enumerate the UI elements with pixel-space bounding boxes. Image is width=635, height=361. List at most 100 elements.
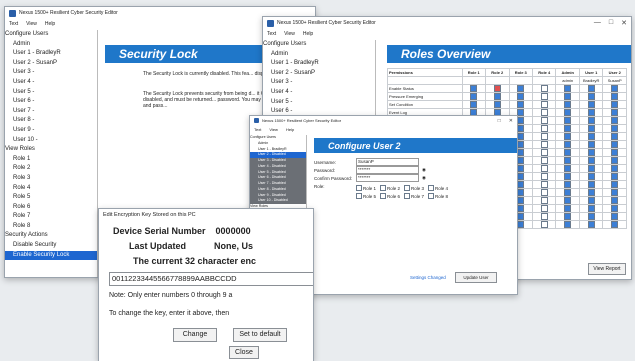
- permission-checkbox[interactable]: [611, 221, 619, 228]
- permission-checkbox[interactable]: [564, 165, 572, 172]
- permission-checkbox[interactable]: [564, 181, 572, 188]
- tree-item[interactable]: View Roles: [5, 145, 97, 155]
- permission-checkbox[interactable]: [540, 149, 548, 156]
- tree-item[interactable]: User 3 -: [263, 78, 375, 88]
- permission-checkbox[interactable]: [611, 85, 619, 92]
- permission-checkbox[interactable]: [564, 141, 572, 148]
- menu-view[interactable]: View: [284, 31, 295, 37]
- permission-checkbox[interactable]: [587, 165, 595, 172]
- menu-text[interactable]: Text: [254, 127, 261, 132]
- permission-checkbox[interactable]: [540, 157, 548, 164]
- permission-checkbox[interactable]: [540, 141, 548, 148]
- permission-checkbox[interactable]: [517, 205, 525, 212]
- permission-checkbox[interactable]: [564, 205, 572, 212]
- tree-item[interactable]: User 4 -: [5, 78, 97, 88]
- permission-checkbox[interactable]: [587, 197, 595, 204]
- permission-checkbox[interactable]: [540, 93, 548, 100]
- permission-checkbox[interactable]: [611, 213, 619, 220]
- role-checkbox[interactable]: [380, 193, 387, 199]
- permission-checkbox[interactable]: [470, 85, 478, 92]
- tree-item[interactable]: Role 1: [5, 155, 97, 165]
- permission-checkbox[interactable]: [564, 197, 572, 204]
- permission-checkbox[interactable]: [517, 213, 525, 220]
- permission-checkbox[interactable]: [564, 149, 572, 156]
- permission-checkbox[interactable]: [517, 173, 525, 180]
- permission-checkbox[interactable]: [540, 205, 548, 212]
- role-checkbox[interactable]: [356, 193, 362, 199]
- role-option[interactable]: Role 3: [404, 185, 424, 191]
- permission-checkbox[interactable]: [540, 213, 548, 220]
- permission-checkbox[interactable]: [493, 93, 501, 100]
- tree-item[interactable]: Role 4: [5, 184, 97, 194]
- permission-checkbox[interactable]: [564, 173, 572, 180]
- permission-checkbox[interactable]: [517, 181, 525, 188]
- tree-item[interactable]: User 6 -: [5, 97, 97, 107]
- menu-help[interactable]: Help: [286, 127, 294, 132]
- close-icon[interactable]: ✕: [509, 118, 513, 124]
- permission-checkbox[interactable]: [611, 181, 619, 188]
- permission-checkbox[interactable]: [611, 125, 619, 132]
- role-checkbox[interactable]: [356, 185, 362, 191]
- close-button[interactable]: Close: [229, 346, 259, 359]
- permission-checkbox[interactable]: [517, 117, 525, 124]
- permission-checkbox[interactable]: [540, 125, 548, 132]
- permission-checkbox[interactable]: [587, 173, 595, 180]
- eye-icon[interactable]: ◉: [422, 167, 426, 173]
- permission-checkbox[interactable]: [587, 189, 595, 196]
- permission-checkbox[interactable]: [540, 117, 548, 124]
- role-checkbox[interactable]: [404, 185, 411, 191]
- permission-checkbox[interactable]: [540, 133, 548, 140]
- permission-checkbox[interactable]: [587, 221, 595, 228]
- permission-checkbox[interactable]: [587, 181, 595, 188]
- role-option[interactable]: Role 7: [404, 193, 424, 199]
- tree-item[interactable]: Role 8: [5, 222, 97, 232]
- permission-checkbox[interactable]: [611, 173, 619, 180]
- permission-checkbox[interactable]: [611, 157, 619, 164]
- role-checkbox[interactable]: [428, 193, 435, 199]
- role-checkbox[interactable]: [404, 193, 411, 199]
- tree-item[interactable]: Role 3: [5, 174, 97, 184]
- permission-checkbox[interactable]: [470, 93, 478, 100]
- set-default-button[interactable]: Set to default: [233, 328, 287, 342]
- permission-checkbox[interactable]: [517, 101, 525, 108]
- tree-item[interactable]: Role 5: [5, 193, 97, 203]
- tree-item[interactable]: User 5 -: [5, 88, 97, 98]
- tree-item[interactable]: User 8 -: [5, 116, 97, 126]
- permission-checkbox[interactable]: [587, 133, 595, 140]
- tree-item[interactable]: User 2 - SusanP: [5, 59, 97, 69]
- permission-checkbox[interactable]: [611, 197, 619, 204]
- menu-text[interactable]: Text: [267, 31, 276, 37]
- permission-checkbox[interactable]: [564, 189, 572, 196]
- permission-checkbox[interactable]: [564, 109, 572, 116]
- role-option[interactable]: Role 5: [356, 193, 376, 199]
- tree-item[interactable]: Security Actions: [5, 231, 97, 241]
- permission-checkbox[interactable]: [587, 141, 595, 148]
- permission-checkbox[interactable]: [540, 189, 548, 196]
- tree-item[interactable]: User 1 - BradleyR: [263, 59, 375, 69]
- permission-checkbox[interactable]: [564, 101, 572, 108]
- permission-checkbox[interactable]: [470, 101, 478, 108]
- permission-checkbox[interactable]: [540, 221, 548, 228]
- permission-checkbox[interactable]: [611, 141, 619, 148]
- tree-item[interactable]: User 7 -: [5, 107, 97, 117]
- permission-checkbox[interactable]: [517, 197, 525, 204]
- tree-item[interactable]: User 2 - SusanP: [263, 69, 375, 79]
- username-field[interactable]: SusanP: [356, 158, 419, 166]
- permission-checkbox[interactable]: [587, 85, 595, 92]
- tree-item[interactable]: Configure Users: [263, 40, 375, 50]
- permission-checkbox[interactable]: [564, 157, 572, 164]
- permission-checkbox[interactable]: [611, 109, 619, 116]
- permission-checkbox[interactable]: [611, 93, 619, 100]
- permission-checkbox[interactable]: [564, 133, 572, 140]
- tree-item[interactable]: User 9 -: [5, 126, 97, 136]
- tree-item[interactable]: Role 6: [5, 203, 97, 213]
- update-user-button[interactable]: Update User: [455, 272, 497, 283]
- permission-checkbox[interactable]: [611, 133, 619, 140]
- tree-item[interactable]: User 5 -: [263, 98, 375, 108]
- tree-item[interactable]: User 1 - BradleyR: [5, 49, 97, 59]
- permission-checkbox[interactable]: [611, 165, 619, 172]
- permission-checkbox[interactable]: [493, 85, 501, 92]
- permission-checkbox[interactable]: [587, 149, 595, 156]
- menu-view[interactable]: View: [269, 127, 278, 132]
- tree-item[interactable]: Configure Users: [5, 30, 97, 40]
